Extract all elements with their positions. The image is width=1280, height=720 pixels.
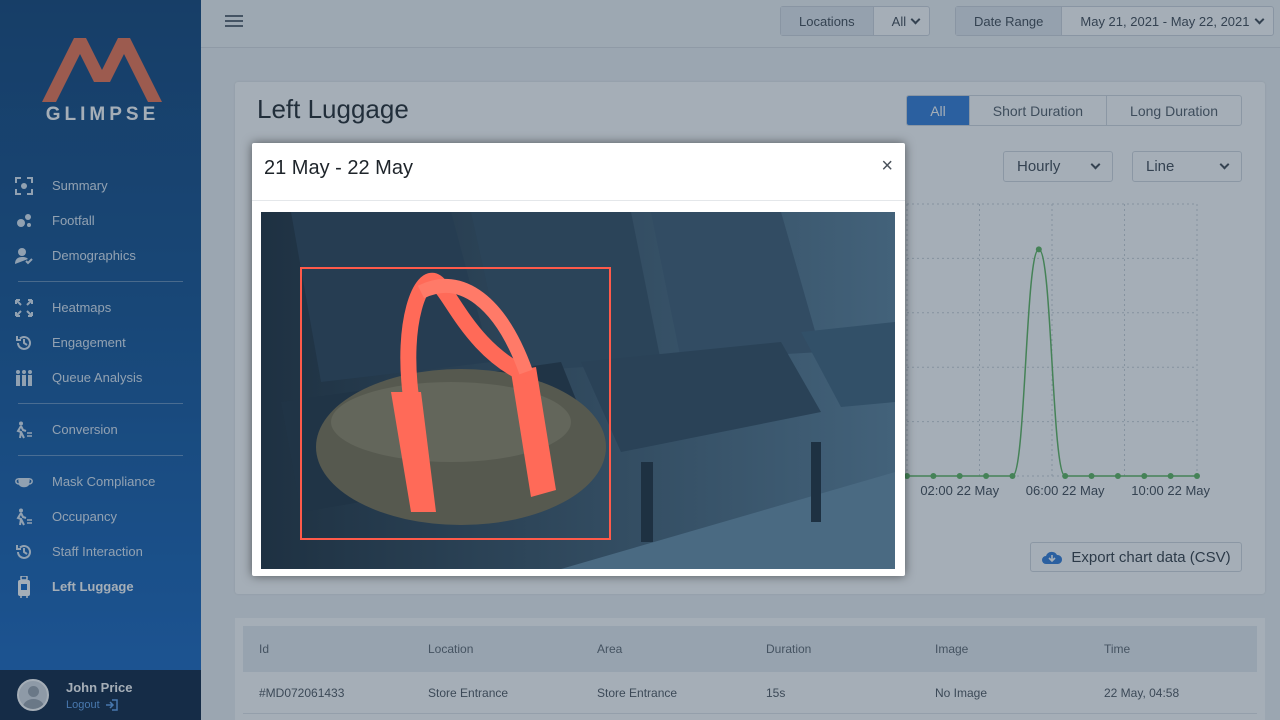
image-modal: 21 May - 22 May × — [252, 143, 905, 576]
modal-title: 21 May - 22 May — [264, 157, 413, 179]
luggage-snapshot-image — [261, 212, 895, 569]
close-icon[interactable]: × — [881, 155, 893, 178]
modal-divider — [252, 200, 905, 201]
